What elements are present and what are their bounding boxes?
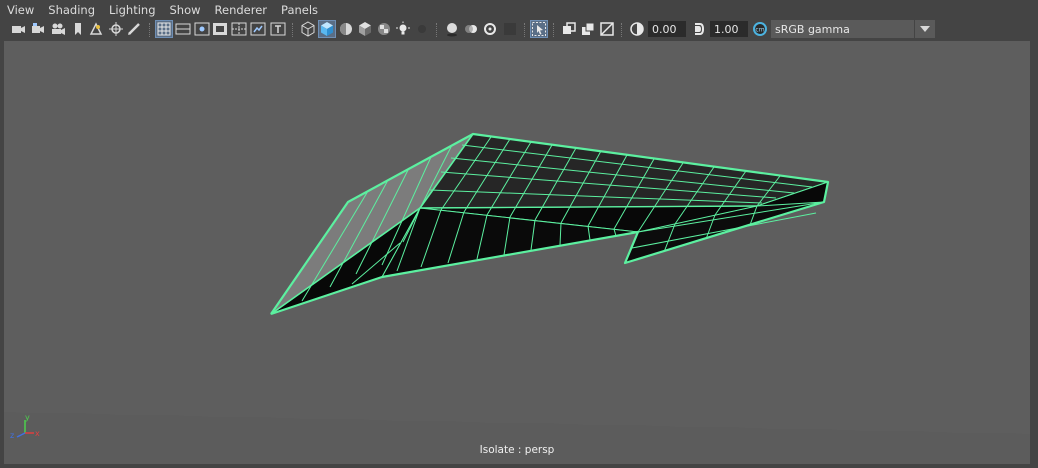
colorspace-select[interactable]: sRGB gamma [771, 20, 935, 38]
menu-view[interactable]: View [0, 3, 41, 17]
pivot-icon[interactable] [108, 21, 124, 37]
gamma-input[interactable]: 1.00 [710, 21, 748, 37]
menu-shading[interactable]: Shading [41, 3, 102, 17]
toolbar-separator [524, 23, 527, 37]
bookmark-icon[interactable] [70, 21, 86, 37]
use-lights-icon[interactable] [395, 21, 411, 37]
panel-menu-bar: View Shading Lighting Show Renderer Pane… [0, 0, 1038, 19]
xray-icon[interactable] [561, 21, 577, 37]
colorspace-value: sRGB gamma [775, 22, 850, 36]
chevron-down-icon[interactable] [914, 20, 935, 38]
field-chart-icon[interactable] [231, 21, 247, 37]
exposure-input[interactable]: 0.00 [648, 21, 686, 37]
grease-pencil-icon[interactable] [126, 21, 142, 37]
menu-show[interactable]: Show [163, 3, 208, 17]
grid-icon[interactable] [155, 20, 173, 38]
menu-lighting[interactable]: Lighting [102, 3, 162, 17]
svg-text:cm: cm [755, 27, 764, 34]
exposure-icon[interactable] [629, 21, 645, 37]
depth-of-field-icon[interactable] [502, 21, 518, 37]
smooth-shade-icon[interactable] [318, 20, 336, 38]
xray-joints-icon[interactable] [580, 21, 596, 37]
axis-x-label: x [35, 429, 40, 438]
toolbar-separator [292, 23, 295, 37]
panel-toolbar: 0.00 1.00 cm sRGB gamma [0, 19, 1038, 40]
gamma-icon[interactable] [691, 21, 707, 37]
axis-y-label: y [25, 413, 30, 422]
isolate-select-icon[interactable] [530, 20, 548, 38]
toolbar-separator [621, 23, 624, 37]
default-material-icon[interactable] [338, 21, 354, 37]
film-gate-icon[interactable] [175, 21, 191, 37]
gate-mask-icon[interactable] [212, 21, 228, 37]
menu-renderer[interactable]: Renderer [208, 3, 275, 17]
film-camera-icon[interactable] [50, 21, 66, 37]
viewport-canvas: y x z [4, 41, 1030, 464]
shadows-icon[interactable] [414, 21, 430, 37]
textured-icon[interactable] [357, 21, 373, 37]
axis-z-label: z [10, 431, 14, 440]
motion-blur-icon[interactable] [463, 21, 479, 37]
xray-components-icon[interactable] [599, 21, 615, 37]
toolbar-separator [436, 23, 439, 37]
checker-icon[interactable] [376, 21, 392, 37]
safe-action-icon[interactable] [250, 21, 266, 37]
safe-title-icon[interactable] [270, 21, 286, 37]
camera-attributes-icon[interactable] [30, 21, 46, 37]
viewport-3d[interactable]: y x z Isolate : persp [4, 41, 1030, 464]
image-plane-icon[interactable] [88, 21, 104, 37]
wireframe-icon[interactable] [300, 21, 316, 37]
menu-panels[interactable]: Panels [274, 3, 325, 17]
toolbar-separator [553, 23, 556, 37]
color-management-icon[interactable]: cm [752, 21, 768, 37]
camera-hud-label: Isolate : persp [479, 444, 555, 456]
screen-space-ao-icon[interactable] [444, 21, 460, 37]
multisample-aa-icon[interactable] [482, 21, 498, 37]
toolbar-separator [149, 23, 152, 37]
camera-icon[interactable] [10, 21, 26, 37]
resolution-gate-icon[interactable] [194, 21, 210, 37]
